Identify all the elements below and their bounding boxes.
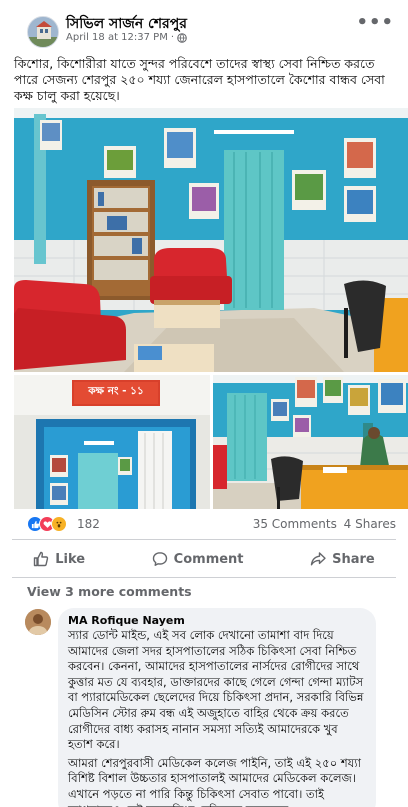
post-text: কিশোর, কিশোরীরা যাতে সুন্দর পরিবেশে তাদে…: [14, 56, 385, 103]
room-photo-desk: [213, 375, 408, 509]
comment-icon: [152, 552, 167, 566]
comment-bubble: MA Rofique Nayem স্যার ডোন্ট মাইন্ড, এই …: [58, 608, 376, 807]
share-label: Share: [332, 551, 375, 567]
comment-paragraph: স্যার ডোন্ট মাইন্ড, এই সব লোক দেখানো তাম…: [68, 628, 364, 752]
shares-count[interactable]: 4 Shares: [344, 517, 396, 531]
photo-desk[interactable]: [213, 375, 408, 509]
photo-main[interactable]: [14, 108, 408, 372]
post-date[interactable]: April 18 at 12:37 PM: [66, 32, 168, 43]
room-sign-label: কক্ষ নং - ১১: [88, 385, 144, 397]
comment-author[interactable]: MA Rofique Nayem: [68, 614, 366, 627]
globe-icon: [177, 32, 187, 43]
share-icon: [310, 552, 326, 566]
post-stats: 182 35 Comments 4 Shares: [0, 512, 408, 536]
reaction-icons[interactable]: [27, 516, 67, 532]
thumbs-up-icon: [34, 551, 49, 567]
comment-text: স্যার ডোন্ট মাইন্ড, এই সব লোক দেখানো তাম…: [68, 628, 366, 807]
post-card: সিভিল সার্জন শেরপুর April 18 at 12:37 PM…: [0, 0, 408, 807]
more-options-icon[interactable]: •••: [356, 12, 394, 33]
avatar-image: [28, 17, 58, 47]
share-button[interactable]: Share: [300, 542, 385, 576]
wow-icon: [51, 516, 67, 532]
meta-separator: ·: [170, 32, 175, 43]
comment-paragraph: আমরা শেরপুরবাসী মেডিকেল কলেজ পাইনি, তাই …: [68, 755, 361, 807]
comment-label: Comment: [173, 551, 244, 567]
photo-room-sign[interactable]: কক্ষ নং - ১১: [14, 375, 210, 509]
post-meta: April 18 at 12:37 PM ·: [66, 32, 187, 43]
commenter-avatar-image: [25, 609, 51, 635]
reaction-count[interactable]: 182: [77, 517, 100, 531]
comments-count[interactable]: 35 Comments: [253, 517, 337, 531]
comment-button[interactable]: Comment: [142, 542, 254, 576]
like-label: Like: [55, 551, 86, 567]
page-avatar[interactable]: [27, 16, 59, 48]
divider-bottom: [12, 577, 396, 578]
post-header: সিভিল সার্জন শেরপুর April 18 at 12:37 PM…: [0, 0, 408, 56]
divider-top: [12, 539, 396, 540]
commenter-avatar[interactable]: [25, 609, 51, 635]
view-more-comments-link[interactable]: View 3 more comments: [27, 584, 192, 599]
comment-share-counts: 35 Comments 4 Shares: [250, 517, 396, 531]
room-photo-main: [14, 108, 408, 372]
like-button[interactable]: Like: [23, 542, 95, 576]
action-bar: Like Comment Share: [0, 542, 408, 576]
